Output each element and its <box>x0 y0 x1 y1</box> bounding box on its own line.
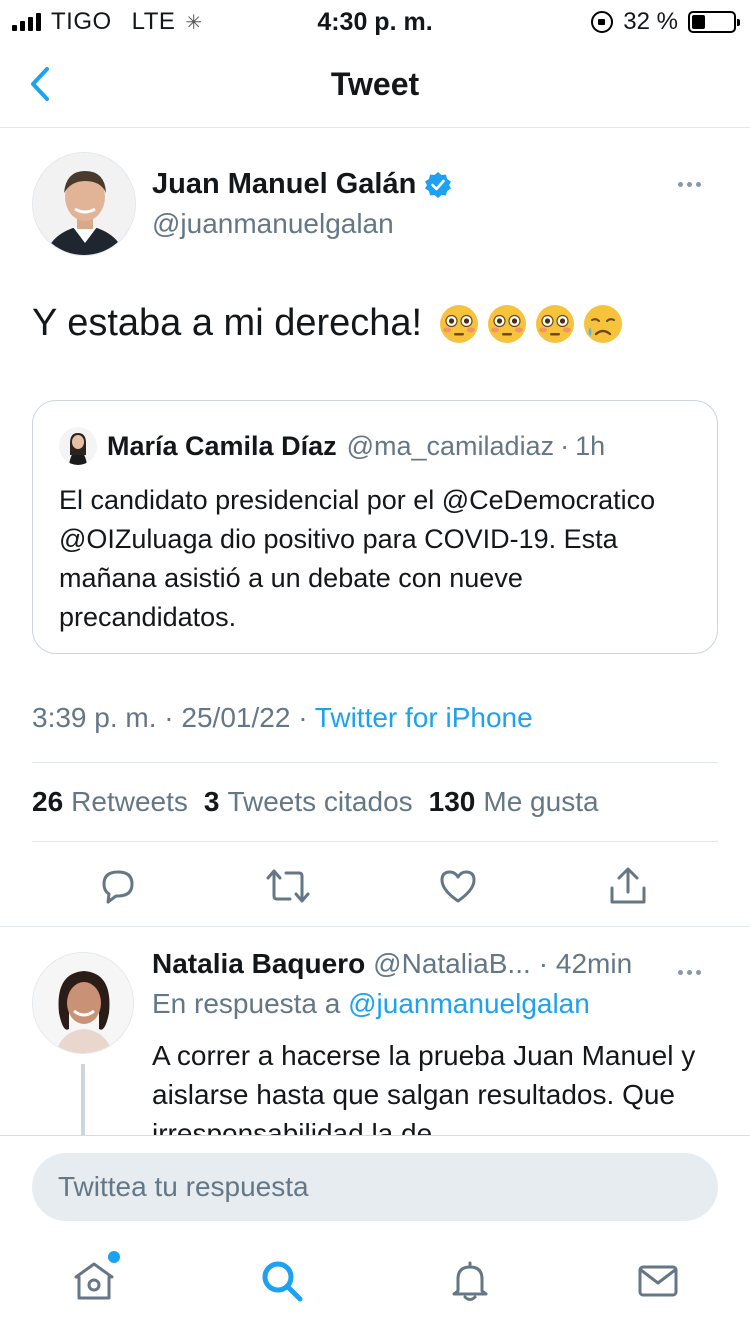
meta-separator: · <box>298 702 308 733</box>
heart-icon <box>440 870 476 903</box>
flushed-face-icon <box>536 304 575 343</box>
reply-to-prefix: En respuesta a <box>152 988 341 1019</box>
verified-badge-icon <box>425 171 452 198</box>
nav-bar: Tweet <box>0 44 750 128</box>
compose-bar: Twittea tu respuesta <box>0 1135 750 1237</box>
quotes-stat[interactable]: 3 Tweets citados <box>204 786 413 818</box>
reply-header: Natalia Baquero @NataliaB... · 42min <box>152 948 722 980</box>
retweets-stat[interactable]: 26 Retweets <box>32 786 188 818</box>
tweet-actions <box>0 858 750 914</box>
share-icon <box>610 867 646 904</box>
quoted-time: 1h <box>575 430 606 461</box>
section-divider <box>0 926 750 927</box>
retweet-button[interactable] <box>266 864 310 908</box>
bell-icon <box>452 1261 488 1301</box>
quotes-count: 3 <box>203 786 220 817</box>
home-icon <box>74 1262 114 1300</box>
author-name-text: Juan Manuel Galán <box>152 168 417 200</box>
reply-avatar[interactable] <box>32 952 134 1054</box>
mail-icon <box>638 1265 678 1297</box>
retweet-icon <box>266 869 310 903</box>
meta-separator: · <box>164 702 174 733</box>
more-options-icon[interactable] <box>678 174 714 194</box>
tweet-text-content: Y estaba a mi derecha! <box>32 302 423 344</box>
retweets-label: Retweets <box>71 786 188 817</box>
status-right: 32 % <box>591 8 740 36</box>
retweets-count: 26 <box>32 786 64 817</box>
share-button[interactable] <box>606 864 650 908</box>
reply-icon <box>102 870 134 904</box>
quoted-tweet[interactable]: María Camila Díaz @ma_camiladiaz · 1h El… <box>32 400 718 654</box>
author-avatar[interactable] <box>32 152 136 256</box>
likes-stat[interactable]: 130 Me gusta <box>429 786 599 818</box>
flushed-face-icon <box>488 304 527 343</box>
notification-dot <box>108 1251 120 1263</box>
likes-label: Me gusta <box>483 786 599 817</box>
tweet-meta: 3:39 p. m. · 25/01/22 · Twitter for iPho… <box>32 702 533 734</box>
reply-more-options-icon[interactable] <box>678 962 714 980</box>
author-handle[interactable]: @juanmanuelgalan <box>152 208 394 240</box>
tweet-text: Y estaba a mi derecha! <box>32 302 624 345</box>
quoted-tweet-text: El candidato presidencial por el @CeDemo… <box>59 485 656 632</box>
author-name[interactable]: Juan Manuel Galán <box>152 168 452 201</box>
reply-to: En respuesta a @juanmanuelgalan <box>152 988 590 1020</box>
quoted-tweet-header: María Camila Díaz @ma_camiladiaz · 1h <box>59 427 605 465</box>
battery-icon <box>688 11 740 33</box>
tweet-stats: 26 Retweets 3 Tweets citados 130 Me gusta <box>32 786 599 818</box>
quoted-author-name[interactable]: María Camila Díaz <box>107 431 337 462</box>
tweet-time: 3:39 p. m. <box>32 702 157 733</box>
reply-to-mention[interactable]: @juanmanuelgalan <box>348 988 590 1019</box>
reply-button[interactable] <box>96 864 140 908</box>
search-icon <box>262 1261 303 1302</box>
tweet-source-link[interactable]: Twitter for iPhone <box>315 702 533 733</box>
battery-percent: 32 % <box>623 8 678 35</box>
thread-line <box>81 1064 85 1144</box>
tab-messages[interactable] <box>634 1257 682 1305</box>
rotation-lock-icon <box>591 11 614 33</box>
reply-time: · 42min <box>538 948 633 979</box>
tweet-author: Juan Manuel Galán @juanmanuelgalan <box>32 152 722 256</box>
status-bar: TIGO LTE ✳ 4:30 p. m. 32 % <box>0 0 750 44</box>
quoted-avatar[interactable] <box>59 427 97 465</box>
divider <box>32 762 718 763</box>
flushed-face-icon <box>440 304 479 343</box>
reply-author-name[interactable]: Natalia Baquero <box>152 948 365 980</box>
tab-home[interactable] <box>70 1251 120 1305</box>
tweet-date: 25/01/22 <box>181 702 291 733</box>
reply-text: A correr a hacerse la prueba Juan Manuel… <box>152 1040 696 1136</box>
reply-author-handle[interactable]: @NataliaB... <box>373 948 531 980</box>
page-title: Tweet <box>330 66 420 102</box>
quoted-separator: · <box>560 430 570 461</box>
tab-notifications[interactable] <box>446 1257 494 1305</box>
quotes-label: Tweets citados <box>227 786 413 817</box>
like-button[interactable] <box>436 864 480 908</box>
tab-bar <box>0 1237 750 1334</box>
tab-search[interactable] <box>258 1257 306 1305</box>
sad-sweat-face-icon <box>584 304 623 343</box>
reply-compose-input[interactable]: Twittea tu respuesta <box>32 1153 718 1221</box>
quoted-author-handle[interactable]: @ma_camiladiaz <box>347 431 554 462</box>
divider <box>32 841 718 842</box>
likes-count: 130 <box>428 786 476 817</box>
